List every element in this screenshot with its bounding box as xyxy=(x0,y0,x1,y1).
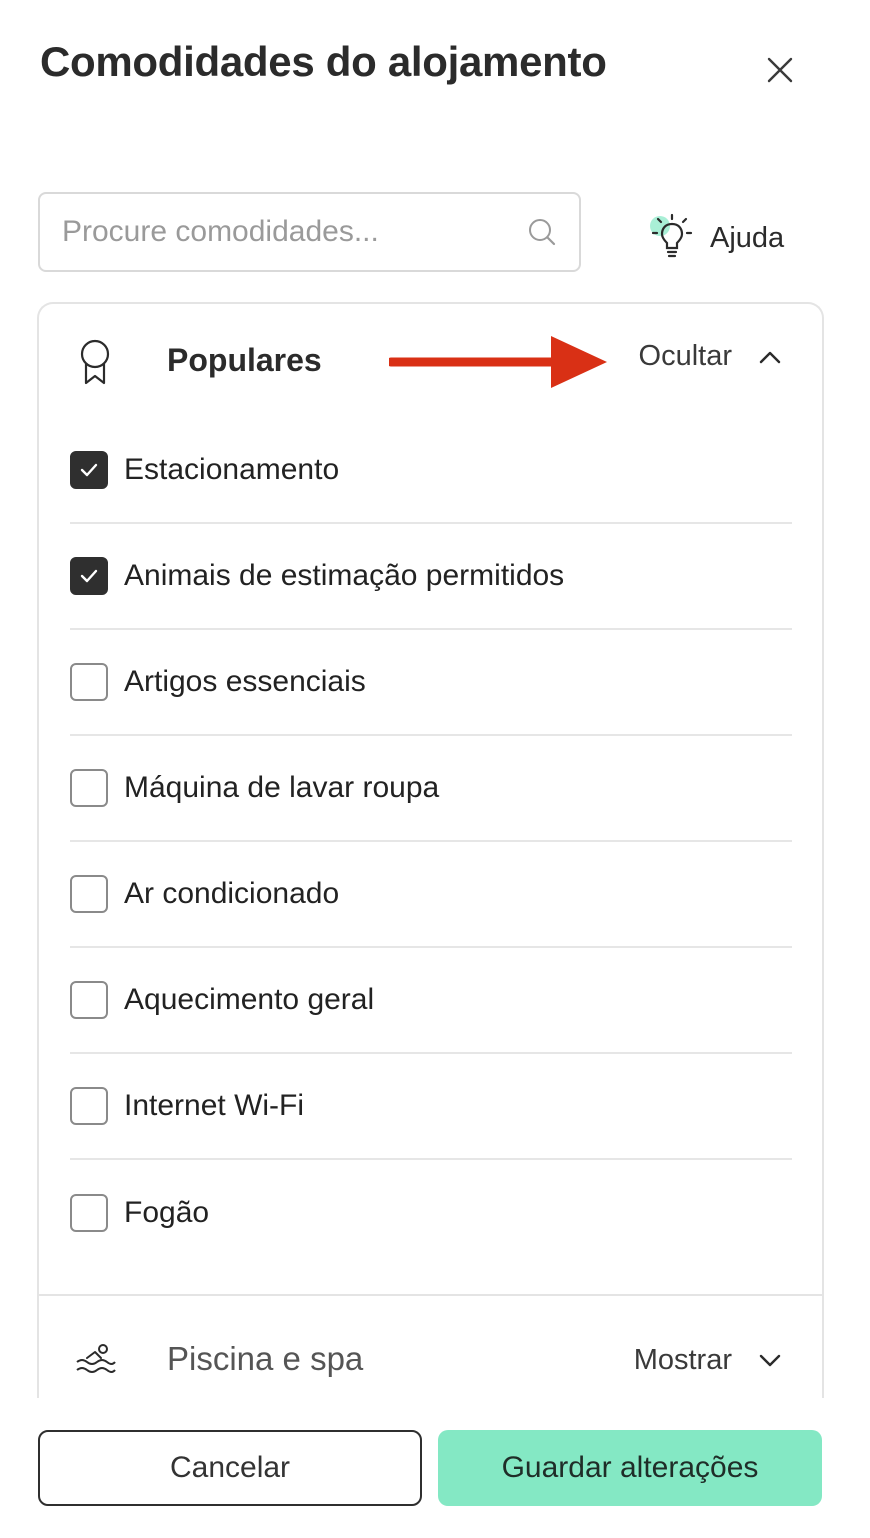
amenity-label: Internet Wi-Fi xyxy=(124,1089,305,1122)
amenity-label: Aquecimento geral xyxy=(124,983,375,1016)
show-label: Mostrar xyxy=(633,1344,732,1376)
amenity-item[interactable]: Artigos essenciais xyxy=(70,630,792,736)
amenity-label: Fogão xyxy=(124,1196,210,1229)
annotation-arrow xyxy=(389,336,607,388)
amenity-item[interactable]: Estacionamento xyxy=(70,418,792,524)
amenity-checkbox[interactable] xyxy=(70,451,108,489)
section-header-popular: Populares Ocultar xyxy=(39,304,822,420)
amenity-label: Ar condicionado xyxy=(124,877,340,910)
popular-list: Estacionamento Animais de estimação permi… xyxy=(70,418,792,1266)
search-icon[interactable] xyxy=(527,217,557,247)
amenity-checkbox[interactable] xyxy=(70,663,108,701)
amenity-checkbox[interactable] xyxy=(70,981,108,1019)
amenity-item[interactable]: Fogão xyxy=(70,1160,792,1266)
checkmark-icon xyxy=(80,463,98,477)
amenity-checkbox[interactable] xyxy=(70,1194,108,1232)
close-button[interactable] xyxy=(760,50,800,90)
hide-label: Ocultar xyxy=(638,340,732,372)
amenities-panel: Populares Ocultar Estacionamento Animais … xyxy=(37,302,824,1422)
footer-actions: Cancelar Guardar alterações xyxy=(0,1398,870,1538)
search-input[interactable] xyxy=(62,215,527,249)
page-title: Comodidades do alojamento xyxy=(40,38,607,85)
section-title-pool: Piscina e spa xyxy=(167,1340,364,1377)
help-label: Ajuda xyxy=(710,221,785,254)
show-pool-toggle[interactable]: Mostrar xyxy=(634,1344,782,1377)
save-changes-button[interactable]: Guardar alterações xyxy=(438,1430,822,1506)
amenity-label: Artigos essenciais xyxy=(124,665,366,698)
amenity-checkbox[interactable] xyxy=(70,557,108,595)
search-box[interactable] xyxy=(38,192,581,272)
amenity-item[interactable]: Aquecimento geral xyxy=(70,948,792,1054)
hide-popular-toggle[interactable]: Ocultar xyxy=(639,340,782,373)
amenity-label: Máquina de lavar roupa xyxy=(124,771,440,804)
swimming-icon xyxy=(76,1344,116,1373)
checkmark-icon xyxy=(80,569,98,583)
ribbon-badge-icon xyxy=(80,339,110,385)
section-title-popular: Populares xyxy=(167,342,322,378)
amenity-item[interactable]: Ar condicionado xyxy=(70,842,792,948)
amenity-label: Animais de estimação permitidos xyxy=(124,559,565,592)
chevron-up-icon xyxy=(759,351,781,363)
amenity-item[interactable]: Máquina de lavar roupa xyxy=(70,736,792,842)
amenity-label: Estacionamento xyxy=(124,453,340,486)
amenity-item[interactable]: Internet Wi-Fi xyxy=(70,1054,792,1160)
amenity-checkbox[interactable] xyxy=(70,1087,108,1125)
amenity-item[interactable]: Animais de estimação permitidos xyxy=(70,524,792,630)
chevron-down-icon xyxy=(759,1354,781,1366)
help-link[interactable]: Ajuda xyxy=(646,212,784,264)
amenity-checkbox[interactable] xyxy=(70,769,108,807)
lightbulb-icon xyxy=(650,213,693,258)
cancel-button[interactable]: Cancelar xyxy=(38,1430,422,1506)
amenity-checkbox[interactable] xyxy=(70,875,108,913)
close-icon xyxy=(767,57,793,83)
